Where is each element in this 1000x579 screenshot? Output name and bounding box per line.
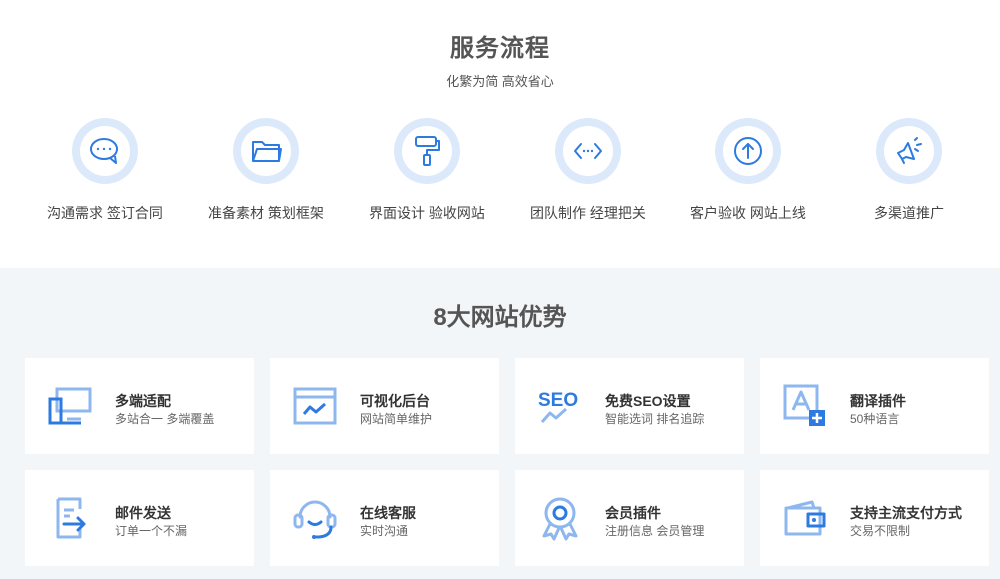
card-title: 可视化后台 [360, 393, 430, 409]
process-title: 服务流程 [450, 35, 550, 62]
advantage-card-payment[interactable]: 支持主流支付方式 交易不限制 [760, 470, 989, 566]
headset-icon [293, 500, 337, 539]
step-circle [715, 118, 781, 184]
upload-icon [734, 137, 762, 165]
card-desc: 订单一个不漏 [115, 524, 188, 538]
step-circle [394, 118, 460, 184]
card-desc: 多站合一 多端覆盖 [115, 412, 215, 426]
card-title: 翻译插件 [850, 393, 906, 409]
process-subtitle: 化繁为简 高效省心 [446, 74, 554, 89]
step-circle [233, 118, 299, 184]
advantages-section: 8大网站优势 多端适配 多站合一 多端覆盖 可视化后台 网站简单维护 SEO 免… [0, 268, 1000, 579]
process-step-2: 准备素材 策划框架 [186, 118, 346, 223]
advantage-card-online-service[interactable]: 在线客服 实时沟通 [270, 470, 499, 566]
advantage-card-multi-device[interactable]: 多端适配 多站合一 多端覆盖 [25, 358, 254, 454]
member-badge-icon [542, 497, 578, 541]
process-step-6: 多渠道推广 [829, 118, 989, 223]
process-step-5: 客户验收 网站上线 [668, 118, 828, 223]
megaphone-icon [897, 137, 922, 164]
card-desc: 智能选词 排名追踪 [605, 412, 705, 426]
step-circle [876, 118, 942, 184]
process-step-3: 界面设计 验收网站 [347, 118, 507, 223]
code-icon [574, 143, 602, 159]
step-circle [72, 118, 138, 184]
advantage-card-translate[interactable]: 翻译插件 50种语言 [760, 358, 989, 454]
card-title: 在线客服 [360, 505, 416, 521]
advantage-card-visual-backend[interactable]: 可视化后台 网站简单维护 [270, 358, 499, 454]
folder-icon [252, 141, 282, 162]
card-title: 支持主流支付方式 [850, 505, 962, 521]
step-label: 多渠道推广 [874, 205, 944, 221]
translate-icon [783, 384, 825, 426]
advantages-title: 8大网站优势 [433, 304, 567, 331]
paint-roller-icon [415, 136, 440, 166]
card-title: 邮件发送 [115, 505, 171, 521]
step-label: 准备素材 策划框架 [208, 205, 324, 221]
step-label: 沟通需求 签订合同 [47, 205, 163, 221]
advantage-card-member[interactable]: 会员插件 注册信息 会员管理 [515, 470, 744, 566]
wallet-icon [784, 500, 826, 536]
mail-send-icon [56, 497, 86, 539]
card-desc: 交易不限制 [850, 524, 911, 538]
service-process-section: 服务流程 化繁为简 高效省心 沟通需求 签订合同 准备素材 策划框架 界面设计 … [0, 0, 1000, 268]
step-label: 界面设计 验收网站 [369, 205, 485, 221]
card-title: 免费SEO设置 [605, 393, 691, 409]
card-title: 会员插件 [605, 505, 661, 521]
step-label: 团队制作 经理把关 [530, 205, 646, 221]
svg-text:SEO: SEO [538, 390, 578, 411]
process-step-4: 团队制作 经理把关 [508, 118, 668, 223]
step-circle [555, 118, 621, 184]
devices-icon [48, 387, 92, 425]
card-desc: 网站简单维护 [360, 412, 433, 426]
process-step-1: 沟通需求 签订合同 [25, 118, 185, 223]
step-label: 客户验收 网站上线 [690, 205, 806, 221]
advantage-card-mail[interactable]: 邮件发送 订单一个不漏 [25, 470, 254, 566]
card-desc: 实时沟通 [360, 524, 409, 538]
seo-icon: SEO [538, 390, 578, 423]
dashboard-icon [293, 387, 337, 425]
chat-bubble-icon [90, 138, 118, 164]
card-desc: 注册信息 会员管理 [605, 524, 705, 538]
card-desc: 50种语言 [850, 412, 900, 426]
advantage-card-seo[interactable]: SEO 免费SEO设置 智能选词 排名追踪 [515, 358, 744, 454]
card-title: 多端适配 [115, 393, 171, 409]
